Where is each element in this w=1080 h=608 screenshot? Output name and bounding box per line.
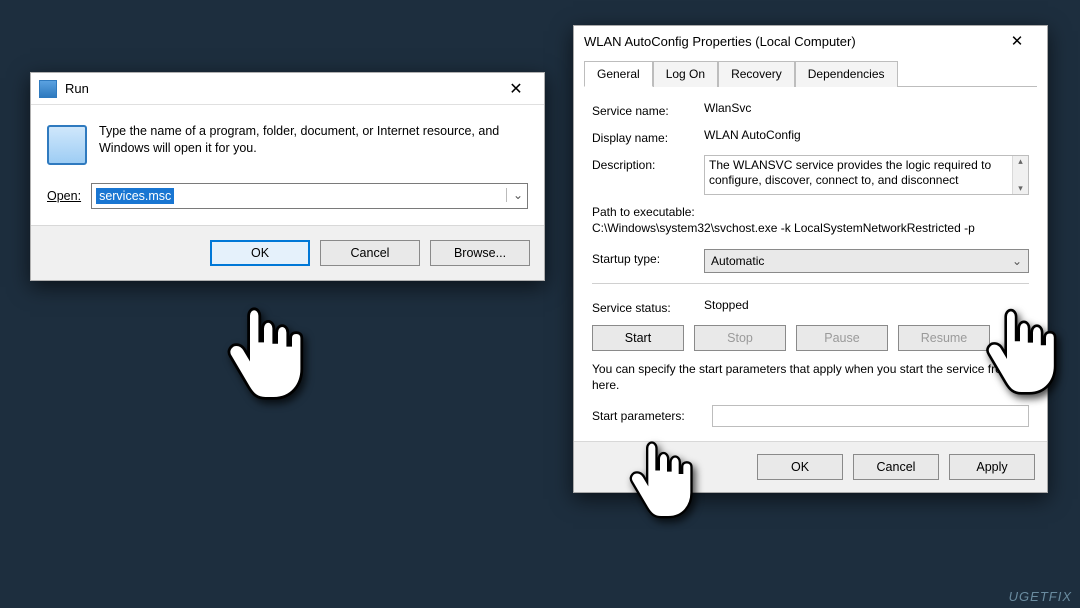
cursor-icon: [222, 300, 306, 410]
resume-button: Resume: [898, 325, 990, 351]
cancel-button[interactable]: Cancel: [853, 454, 939, 480]
divider: [592, 283, 1029, 284]
start-hint-text: You can specify the start parameters tha…: [592, 361, 1029, 393]
chevron-down-icon[interactable]: ⌄: [1012, 254, 1022, 268]
start-parameters-label: Start parameters:: [592, 409, 704, 423]
browse-button[interactable]: Browse...: [430, 240, 530, 266]
run-titlebar[interactable]: Run ✕: [31, 73, 544, 105]
tabs: General Log On Recovery Dependencies: [584, 60, 1037, 87]
open-combobox[interactable]: services.msc ⌄: [91, 183, 528, 209]
run-dialog: Run ✕ Type the name of a program, folder…: [30, 72, 545, 281]
description-text: The WLANSVC service provides the logic r…: [709, 158, 991, 187]
run-large-icon: [47, 125, 87, 165]
ok-button[interactable]: OK: [210, 240, 310, 266]
startup-type-label: Startup type:: [592, 249, 704, 266]
service-name-value: WlanSvc: [704, 101, 1029, 115]
scroll-down-icon[interactable]: ▾: [1018, 183, 1023, 194]
startup-type-value: Automatic: [711, 254, 764, 268]
tab-dependencies[interactable]: Dependencies: [795, 61, 898, 87]
startup-type-select[interactable]: Automatic ⌄: [704, 249, 1029, 273]
cancel-button[interactable]: Cancel: [320, 240, 420, 266]
cursor-icon: [981, 302, 1059, 404]
path-label: Path to executable:: [592, 205, 1029, 219]
description-label: Description:: [592, 155, 704, 172]
start-button[interactable]: Start: [592, 325, 684, 351]
ok-button[interactable]: OK: [757, 454, 843, 480]
service-control-buttons: Start Stop Pause Resume: [592, 325, 1029, 351]
run-button-row: OK Cancel Browse...: [31, 225, 544, 280]
run-instruction: Type the name of a program, folder, docu…: [99, 123, 528, 157]
service-name-label: Service name:: [592, 101, 704, 118]
service-status-label: Service status:: [592, 298, 704, 315]
description-box[interactable]: The WLANSVC service provides the logic r…: [704, 155, 1029, 195]
close-icon[interactable]: ✕: [496, 75, 536, 103]
tab-recovery[interactable]: Recovery: [718, 61, 795, 87]
tab-general[interactable]: General: [584, 61, 653, 87]
props-title-text: WLAN AutoConfig Properties (Local Comput…: [584, 34, 997, 49]
watermark: UGETFIX: [1009, 589, 1072, 604]
scroll-up-icon[interactable]: ▴: [1018, 156, 1023, 167]
path-value: C:\Windows\system32\svchost.exe -k Local…: [592, 221, 1029, 235]
cursor-icon: [625, 435, 695, 527]
display-name-label: Display name:: [592, 128, 704, 145]
start-parameters-input[interactable]: [712, 405, 1029, 427]
open-label: Open:: [47, 189, 81, 203]
description-scrollbar[interactable]: ▴ ▾: [1012, 156, 1028, 194]
open-value: services.msc: [96, 188, 174, 204]
chevron-down-icon[interactable]: ⌄: [506, 188, 523, 202]
pause-button: Pause: [796, 325, 888, 351]
general-tab-panel: Service name: WlanSvc Display name: WLAN…: [584, 87, 1037, 441]
run-title-text: Run: [65, 81, 496, 96]
display-name-value: WLAN AutoConfig: [704, 128, 1029, 142]
close-icon[interactable]: ✕: [997, 28, 1037, 54]
tab-log-on[interactable]: Log On: [653, 61, 718, 87]
apply-button[interactable]: Apply: [949, 454, 1035, 480]
stop-button: Stop: [694, 325, 786, 351]
properties-dialog: WLAN AutoConfig Properties (Local Comput…: [573, 25, 1048, 493]
run-icon: [39, 80, 57, 98]
props-titlebar[interactable]: WLAN AutoConfig Properties (Local Comput…: [574, 26, 1047, 56]
run-body: Type the name of a program, folder, docu…: [31, 105, 544, 225]
